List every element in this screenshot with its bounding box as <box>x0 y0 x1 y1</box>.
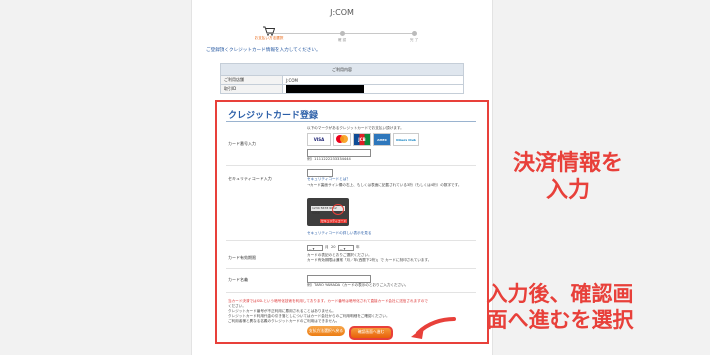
back-to-payment-method-button[interactable]: 支払方法選択へ戻る <box>307 326 345 336</box>
step-label: お支払い方法選択 <box>254 36 284 40</box>
step-dot <box>339 31 345 36</box>
security-code-help-link[interactable]: セキュリティコードとは？ <box>307 177 350 182</box>
proceed-to-confirmation-button[interactable]: 確認画面へ進む <box>349 326 393 340</box>
diners-club-logo: Diners Club <box>393 133 419 146</box>
amex-logo: AMEX <box>373 133 391 146</box>
table-cell-value: J:COM <box>282 75 464 85</box>
security-code-caption: セキュリティコード <box>319 219 347 223</box>
annotation-select-next: 入力後、確認画 面へ進むを選択 <box>486 282 634 332</box>
card-back-illustration: 1234 5678 9012 3456 セキュリティコード <box>307 198 349 226</box>
step-label: 完 了 <box>409 38 419 42</box>
divider <box>226 292 476 293</box>
divider <box>226 240 476 241</box>
step-dot <box>411 31 417 36</box>
year-unit: 年 <box>356 245 360 249</box>
table-cell-key: ご利用店舗 <box>220 75 283 85</box>
card-holder-label: カード名義 <box>228 277 248 282</box>
title-rule <box>226 121 476 122</box>
usage-info-table: ご利用内容 ご利用店舗 J:COM 取引ID <box>220 63 464 94</box>
progress-steps: お支払い方法選択 確 認 完 了 <box>192 26 492 46</box>
card-brands: VISA JCB AMEX Diners Club <box>307 133 419 146</box>
site-title: J:COM <box>330 8 354 17</box>
divider <box>226 268 476 269</box>
redacted-transaction-id <box>286 85 364 93</box>
month-unit: 月 <box>325 245 329 249</box>
visa-logo: VISA <box>307 133 331 146</box>
expiry-month-select[interactable]: -- ▾ <box>307 245 323 251</box>
expiry-label: カード有効期限 <box>228 255 256 260</box>
card-number-input[interactable] <box>307 149 371 157</box>
jcb-logo: JCB <box>353 133 371 146</box>
card-number-label: カード番号入力 <box>228 141 256 146</box>
security-code-detail-link[interactable]: セキュリティコードの詳しい表示を見る <box>307 231 371 236</box>
card-holder-example: 例）TARO YAMADA（カードの表示のとおりご入力ください。 <box>307 283 409 287</box>
step-payment: お支払い方法選択 <box>239 26 299 41</box>
security-code-note: →カード裏面サイン欄の右上、もしくは表面に記載されている3桁（もしくは4桁）の数… <box>307 183 462 187</box>
card-number-example: 例）1111222233334444 <box>307 157 351 161</box>
lead-text: ご登録頂くクレジットカード情報を入力してください。 <box>206 48 321 53</box>
divider <box>226 165 476 166</box>
security-code-input[interactable] <box>307 169 333 177</box>
brand-note: 以下のマークがあるクレジットカードでお支払い頂けます。 <box>307 126 404 130</box>
mastercard-logo <box>333 133 351 146</box>
year-prefix: 20 <box>331 245 336 249</box>
note-item: ご利用者様と異なる名義のクレジットカードのご利用はできません。 <box>228 319 340 323</box>
table-cell-value <box>282 84 464 94</box>
step-label: 確 認 <box>337 38 347 42</box>
table-cell-key: 取引ID <box>220 84 283 94</box>
notes-list: 当カード決済ではSSLという暗号化技術を利用しております。カード番号は暗号化され… <box>228 299 428 324</box>
card-holder-input[interactable] <box>307 275 371 283</box>
cart-icon <box>263 26 275 36</box>
step-complete: 完 了 <box>384 26 444 43</box>
annotation-enter-payment: 決済情報を 入力 <box>512 151 623 203</box>
table-row: 取引ID <box>220 84 464 94</box>
expiry-note-2: カード有効期限は通常「月／年(西暦下2桁)」で カードに刻印されています。 <box>307 258 432 262</box>
step-confirm: 確 認 <box>312 26 372 43</box>
form-title: クレジットカード登録 <box>228 111 319 121</box>
table-row: ご利用店舗 J:COM <box>220 75 464 85</box>
expiry-year-select[interactable]: -- ▾ <box>338 245 354 251</box>
security-code-label: セキュリティコード入力 <box>228 176 272 181</box>
annotation-arrow-icon <box>411 317 456 339</box>
table-header: ご利用内容 <box>220 63 464 76</box>
security-code-highlight <box>332 204 344 215</box>
